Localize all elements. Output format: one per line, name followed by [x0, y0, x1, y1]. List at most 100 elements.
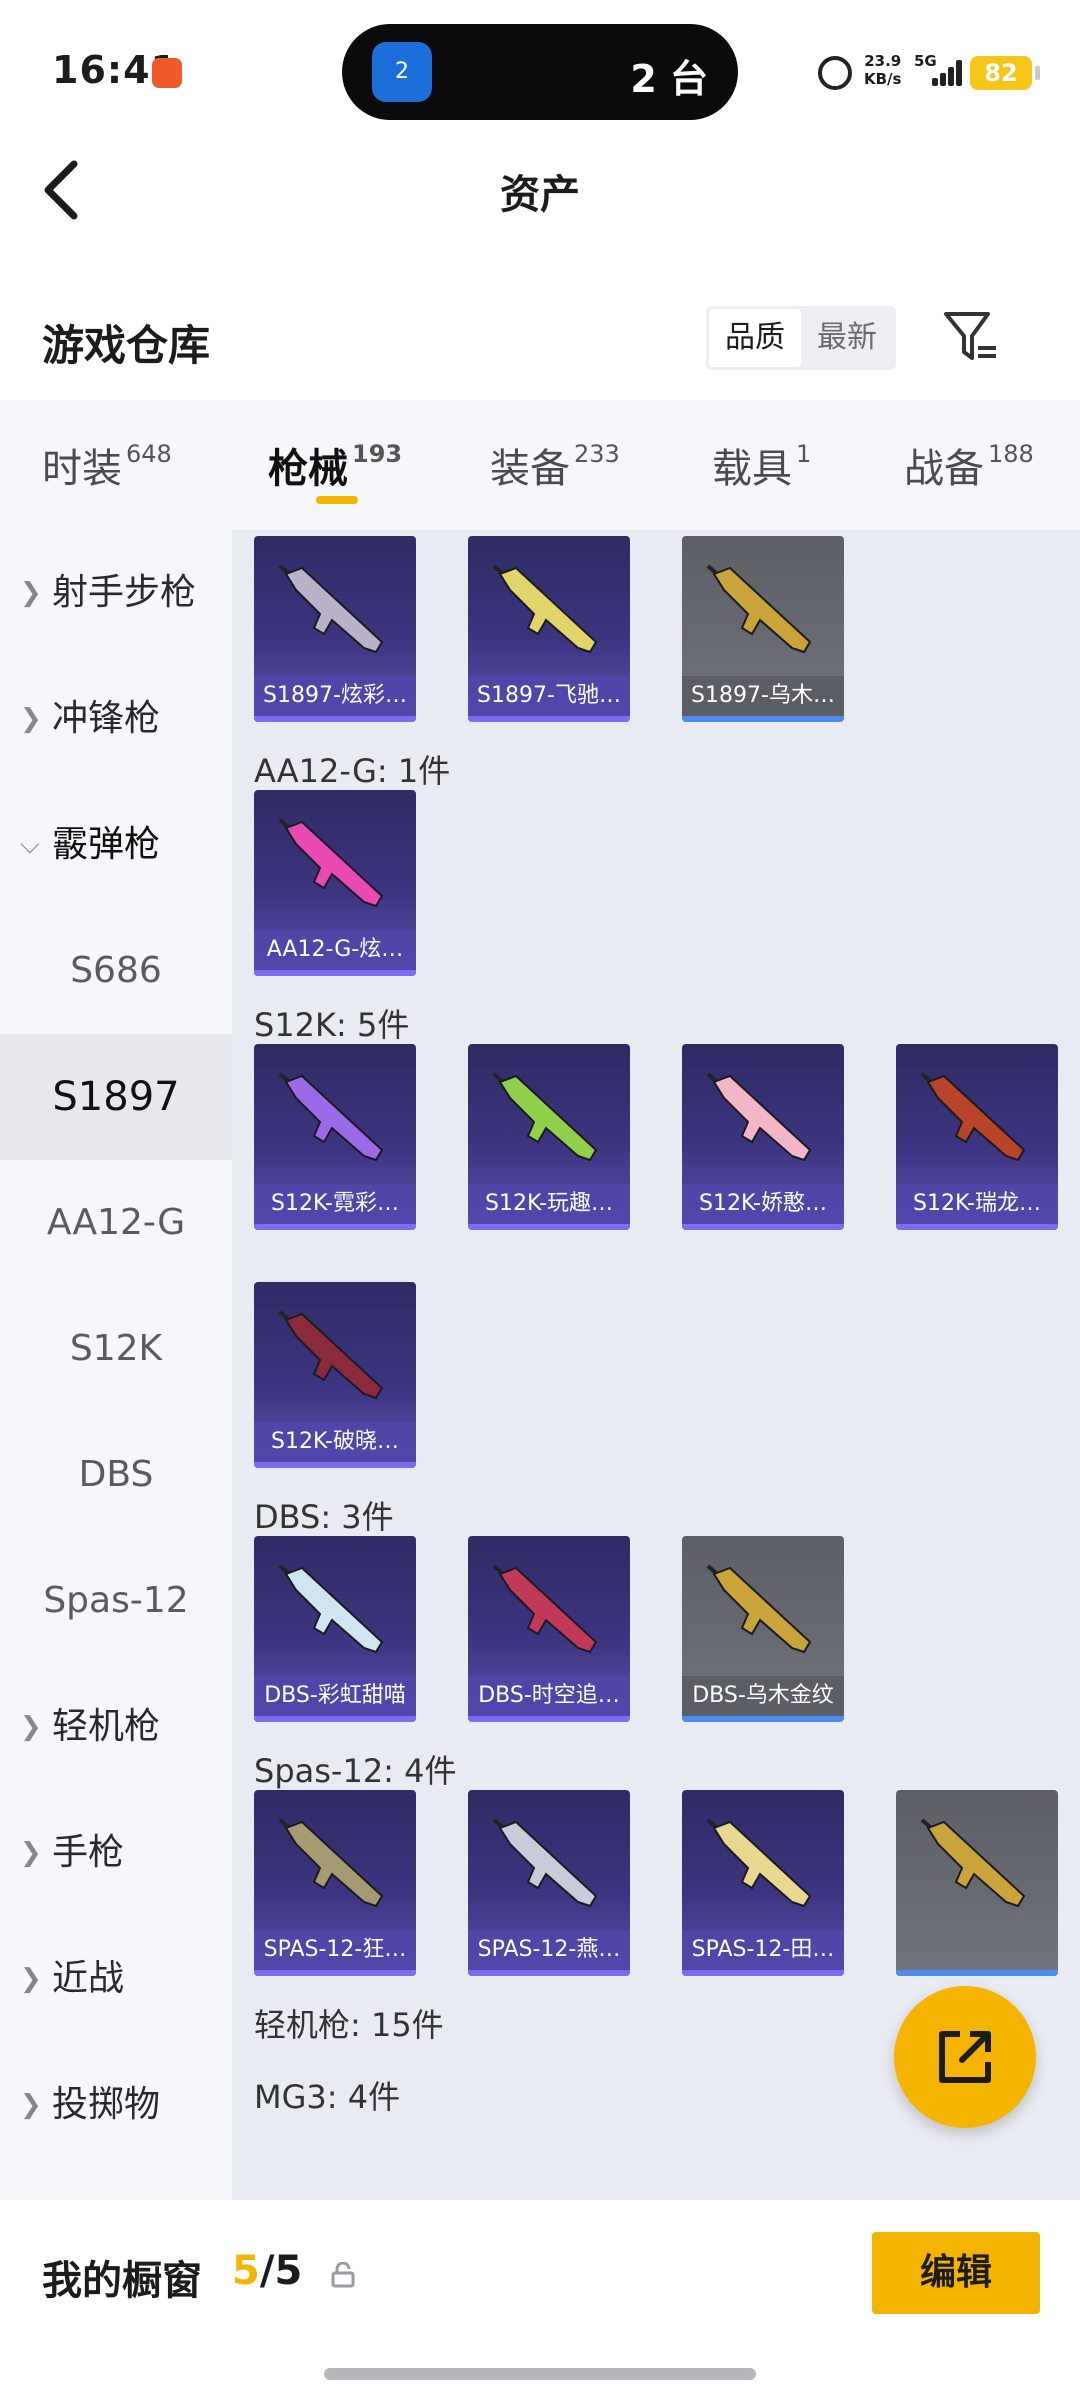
sidebar-subitem-dbs[interactable]: DBS: [0, 1412, 232, 1538]
sidebar-item-label: 射手步枪: [52, 572, 197, 613]
chevron-down-icon: ⌵: [20, 830, 40, 860]
rarity-bar: [254, 970, 416, 976]
weapon-card[interactable]: S1897-乌木…: [682, 536, 844, 722]
weapon-card-name: S1897-乌木…: [682, 676, 844, 716]
sidebar-item-throwable[interactable]: ❯ 投掷物: [0, 2042, 232, 2168]
filter-icon[interactable]: [942, 308, 998, 368]
weapon-card[interactable]: S12K-破晓…: [254, 1282, 416, 1468]
sidebar-subitem-s686[interactable]: S686: [0, 908, 232, 1034]
weapon-image: [706, 1564, 812, 1654]
tab-firearms[interactable]: 枪械 193: [268, 436, 402, 494]
weapon-card[interactable]: S12K-霓彩…: [254, 1044, 416, 1230]
showcase-count: 5/5: [232, 2248, 302, 2294]
weapon-card[interactable]: S12K-瑞龙…: [896, 1044, 1058, 1230]
net-speed-unit: KB/s: [864, 70, 902, 88]
chevron-right-icon: ❯: [20, 1838, 42, 1868]
rarity-bar: [682, 1716, 844, 1722]
sort-newest-button[interactable]: 最新: [801, 309, 893, 367]
tab-fashion[interactable]: 时装 648: [42, 436, 172, 494]
sidebar-item-melee[interactable]: ❯ 近战: [0, 1916, 232, 2042]
sidebar-item-marksman-rifle[interactable]: ❯ 射手步枪: [0, 530, 232, 656]
weapon-grid: S1897-炫彩… S1897-飞驰… S1897-乌木… AA12-G: 1件 AA1…: [232, 530, 1080, 2200]
weapon-image: [278, 1818, 384, 1908]
weapon-card-name: AA12-G-炫…: [254, 930, 416, 970]
rarity-bar: [682, 1224, 844, 1230]
weapon-card[interactable]: S12K-玩趣…: [468, 1044, 630, 1230]
weapon-image: [492, 1818, 598, 1908]
weapon-card-name: S12K-娇憨…: [682, 1184, 844, 1224]
rarity-bar: [254, 1716, 416, 1722]
weapon-card[interactable]: DBS-彩虹甜喵: [254, 1536, 416, 1722]
share-icon: [939, 2031, 991, 2083]
rarity-bar: [468, 1970, 630, 1976]
sort-toggle: 品质 最新: [706, 306, 896, 370]
home-indicator[interactable]: [324, 2368, 756, 2380]
weapon-card-name: SPAS-12-田…: [682, 1930, 844, 1970]
rarity-bar: [468, 1224, 630, 1230]
weapon-card[interactable]: S1897-飞驰…: [468, 536, 630, 722]
rarity-bar: [682, 716, 844, 722]
rarity-bar: [254, 1970, 416, 1976]
weapon-card[interactable]: SPAS-12-田…: [682, 1790, 844, 1976]
weapon-category-sidebar: ❯ 射手步枪 ❯ 冲锋枪 ⌵ 霰弹枪 S686 S1897 AA12-G S12K D…: [0, 530, 232, 2200]
status-bar: 16:41 2 2 台 23.9 KB/s 5G 82: [0, 0, 1080, 140]
rarity-bar: [254, 716, 416, 722]
weapon-group-label: AA12-G: 1件: [254, 752, 451, 790]
signal-bars-icon: [930, 60, 964, 86]
sidebar-subitem-spas12[interactable]: Spas-12: [0, 1538, 232, 1664]
rarity-bar: [254, 1224, 416, 1230]
weapon-card[interactable]: DBS-时空追…: [468, 1536, 630, 1722]
tab-label: 装备: [490, 446, 570, 492]
island-text: 2 台: [630, 57, 708, 101]
weapon-group-label: 轻机枪: 15件: [254, 2006, 444, 2044]
showcase-bar: 我的橱窗 5/5 编辑: [0, 2200, 1080, 2400]
sort-quality-button[interactable]: 品质: [709, 309, 801, 367]
showcase-count-separator: /: [259, 2248, 275, 2294]
rarity-bar: [896, 1224, 1058, 1230]
tab-label: 载具: [712, 446, 792, 492]
share-floating-button[interactable]: [894, 1986, 1036, 2128]
tab-count: 648: [126, 440, 172, 468]
tab-supplies[interactable]: 战备 188: [904, 436, 1034, 494]
sidebar-item-pistol[interactable]: ❯ 手枪: [0, 1790, 232, 1916]
weapon-image: [492, 564, 598, 654]
weapon-card-name: DBS-乌木金纹: [682, 1676, 844, 1716]
sidebar-subitem-s12k[interactable]: S12K: [0, 1286, 232, 1412]
sidebar-item-lmg[interactable]: ❯ 轻机枪: [0, 1664, 232, 1790]
weapon-card[interactable]: SPAS-12-燕…: [468, 1790, 630, 1976]
weapon-card[interactable]: DBS-乌木金纹: [682, 1536, 844, 1722]
weapon-group-label: S12K: 5件: [254, 1006, 410, 1044]
sidebar-subitem-aa12g[interactable]: AA12-G: [0, 1160, 232, 1286]
weapon-image: [706, 1818, 812, 1908]
battery-indicator: 82: [970, 56, 1040, 90]
edit-button[interactable]: 编辑: [872, 2232, 1040, 2314]
showcase-count-total: 5: [274, 2248, 303, 2294]
tab-vehicles[interactable]: 载具 1: [712, 436, 811, 494]
sidebar-item-label: S12K: [69, 1328, 163, 1369]
rarity-bar: [254, 1462, 416, 1468]
section-title: 游戏仓库: [42, 321, 211, 370]
weapon-card[interactable]: S1897-炫彩…: [254, 536, 416, 722]
weapon-card-name: S12K-破晓…: [254, 1422, 416, 1462]
sidebar-item-smg[interactable]: ❯ 冲锋枪: [0, 656, 232, 782]
showcase-label: 我的橱窗: [42, 2258, 202, 2304]
weapon-card[interactable]: SPAS-12-狂…: [254, 1790, 416, 1976]
tab-equipment[interactable]: 装备 233: [490, 436, 620, 494]
tab-count: 233: [574, 440, 620, 468]
weapon-card[interactable]: [896, 1790, 1058, 1976]
category-tabs: 时装 648 枪械 193 装备 233 载具 1 战备 188: [0, 400, 1080, 530]
chevron-right-icon: ❯: [20, 2090, 42, 2120]
sidebar-subitem-s1897[interactable]: S1897: [0, 1034, 232, 1160]
sidebar-item-label: 投掷物: [52, 2084, 161, 2125]
weapon-image: [920, 1072, 1026, 1162]
weapon-card[interactable]: S12K-娇憨…: [682, 1044, 844, 1230]
rarity-bar: [896, 1970, 1058, 1976]
lock-icon: [330, 2261, 356, 2288]
active-tab-indicator: [316, 496, 358, 504]
dynamic-island[interactable]: 2 2 台: [342, 24, 738, 120]
sidebar-item-label: 霰弹枪: [52, 824, 161, 865]
weapon-card-name: S1897-飞驰…: [468, 676, 630, 716]
sidebar-item-shotgun[interactable]: ⌵ 霰弹枪: [0, 782, 232, 908]
weapon-card[interactable]: AA12-G-炫…: [254, 790, 416, 976]
sidebar-item-label: S686: [70, 950, 162, 991]
